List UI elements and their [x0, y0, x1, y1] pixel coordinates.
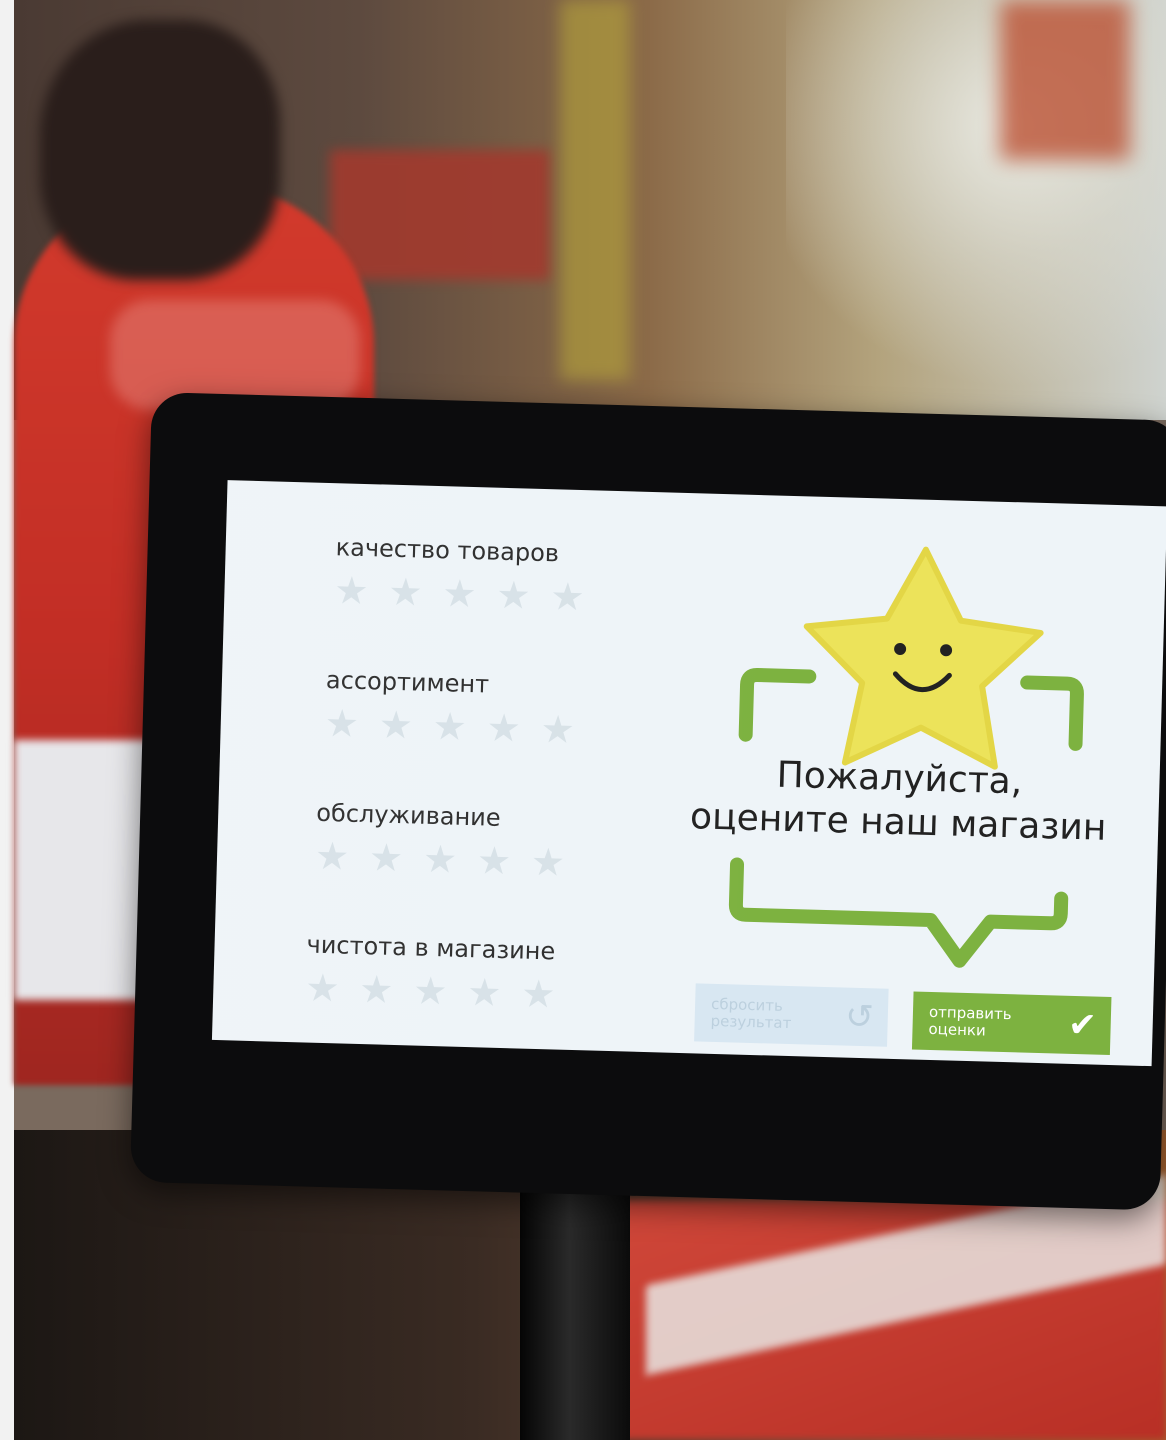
store-shelf: [560, 0, 630, 380]
store-shelf: [330, 150, 550, 280]
rating-label: качество товаров: [335, 533, 560, 568]
star-icon[interactable]: ★: [486, 705, 525, 750]
submit-button-label: отправить оценки: [928, 1002, 1012, 1040]
check-icon: ✔: [1067, 1004, 1098, 1046]
image-border: [0, 0, 14, 1440]
star-icon[interactable]: ★: [521, 972, 560, 1017]
star-icon[interactable]: ★: [540, 707, 579, 752]
star-icon[interactable]: ★: [467, 970, 506, 1015]
star-icon[interactable]: ★: [550, 574, 589, 619]
rating-criteria: качество товаров ★ ★ ★ ★ ★ ассортимент ★…: [305, 533, 696, 1016]
reset-button-label: сбросить результат: [710, 994, 792, 1033]
tablet-screen: качество товаров ★ ★ ★ ★ ★ ассортимент ★…: [211, 480, 1166, 1067]
rating-label: обслуживание: [315, 798, 501, 832]
speech-bracket-top-right: [1020, 675, 1084, 751]
photo-scene: качество товаров ★ ★ ★ ★ ★ ассортимент ★…: [0, 0, 1166, 1440]
undo-icon: ↺: [844, 996, 875, 1038]
star-mascot-icon: [803, 546, 1044, 770]
star-rating[interactable]: ★ ★ ★ ★ ★: [305, 966, 560, 1017]
store-shelf: [1000, 0, 1130, 160]
rating-label: ассортимент: [325, 665, 490, 699]
star-icon[interactable]: ★: [315, 834, 354, 879]
star-icon[interactable]: ★: [388, 570, 427, 615]
submit-ratings-button[interactable]: отправить оценки ✔: [911, 991, 1112, 1056]
star-rating[interactable]: ★ ★ ★ ★ ★: [334, 568, 589, 619]
rating-label: чистота в магазине: [306, 930, 556, 966]
star-icon[interactable]: ★: [496, 573, 535, 618]
star-icon[interactable]: ★: [334, 568, 373, 613]
speech-bracket-top-left: [738, 668, 817, 742]
rating-row-quality: качество товаров ★ ★ ★ ★ ★: [334, 533, 590, 619]
speech-bubble-bottom: [728, 857, 1069, 968]
star-icon[interactable]: ★: [432, 704, 471, 749]
star-icon[interactable]: ★: [413, 969, 452, 1014]
star-rating[interactable]: ★ ★ ★ ★ ★: [324, 701, 579, 752]
star-rating[interactable]: ★ ★ ★ ★ ★: [315, 834, 570, 885]
rating-row-assortment: ассортимент ★ ★ ★ ★ ★: [324, 665, 580, 752]
star-icon[interactable]: ★: [476, 838, 516, 883]
star-icon[interactable]: ★: [368, 835, 408, 880]
rating-row-service: обслуживание ★ ★ ★ ★ ★: [315, 798, 571, 885]
star-icon[interactable]: ★: [305, 966, 344, 1011]
reset-results-button[interactable]: сбросить результат ↺: [694, 983, 889, 1047]
cashier-head: [40, 20, 280, 280]
feedback-tablet: качество товаров ★ ★ ★ ★ ★ ассортимент ★…: [129, 392, 1166, 1211]
star-icon[interactable]: ★: [530, 840, 570, 885]
star-icon[interactable]: ★: [378, 702, 417, 747]
star-icon[interactable]: ★: [324, 701, 363, 746]
star-icon[interactable]: ★: [442, 571, 481, 616]
headline: Пожалуйста, оцените наш магазин: [638, 750, 1160, 852]
star-icon[interactable]: ★: [359, 967, 398, 1012]
star-icon[interactable]: ★: [422, 837, 462, 882]
rating-row-cleanliness: чистота в магазине ★ ★ ★ ★ ★: [305, 930, 561, 1017]
